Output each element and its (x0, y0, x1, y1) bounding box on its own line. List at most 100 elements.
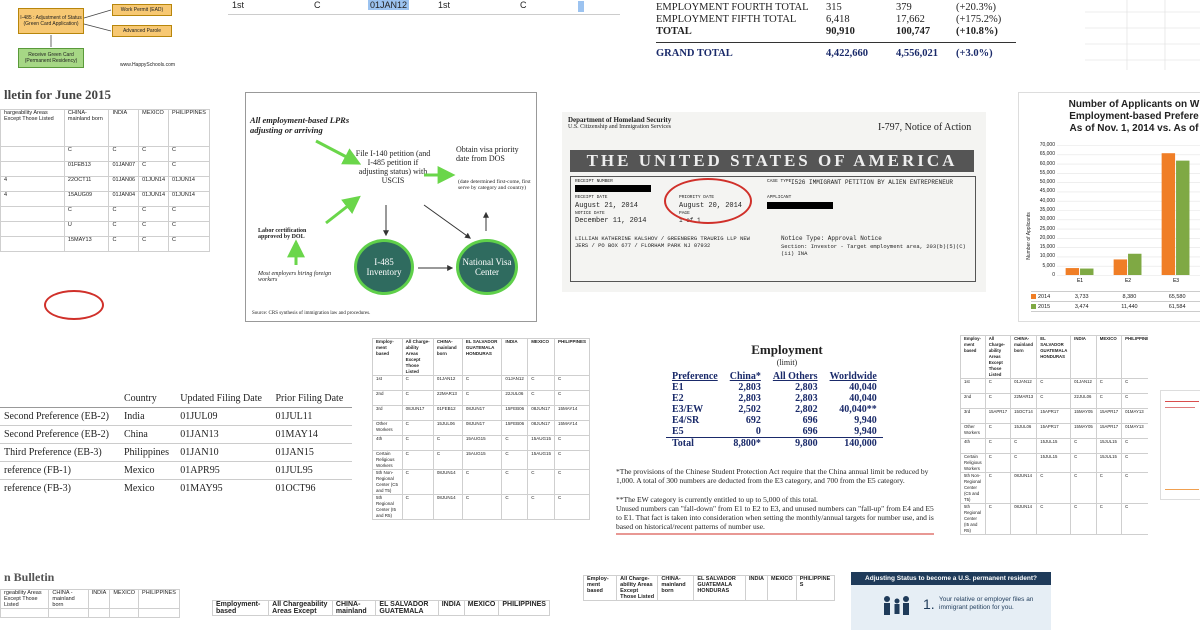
table-cell: 08JUN17 (401, 405, 434, 421)
totals-value-c: (+20.3%) (956, 2, 997, 13)
table-cell: 08JUN14 (432, 469, 463, 495)
table-row: 15MAY13 C C C (0, 236, 210, 252)
edge-chart-marks (1165, 401, 1199, 405)
table-cell: C (501, 435, 529, 451)
y-tick-label: 50,000 (1039, 179, 1055, 186)
strip-cell-date: 01JAN12 (368, 0, 410, 10)
table-row: 1st C 01JAN12 C 01JAN12 C C (960, 378, 1148, 394)
flow-source: www.HappySchools.com (120, 62, 176, 68)
grand-total-label: GRAND TOTAL (656, 48, 733, 59)
table-row: 3rd 08JUN17 01FEB12 08JUN17 15FEB06 08JUN17 15… (372, 405, 590, 421)
table-cell: 01JAN12 (501, 375, 529, 391)
bottom-mid2-header: All Charge- ability Areas Except Those L… (616, 575, 659, 601)
table-row: 3rd 15APR17 15OCT14 15APR17 15MAY05 15APR17 01… (960, 408, 1148, 424)
table-cell: 01JUN14 (138, 176, 170, 192)
table-cell: C (461, 390, 503, 406)
table-cell: 01JAN10 (176, 443, 272, 462)
table-cell: C (401, 435, 434, 451)
table-cell: C (1036, 393, 1072, 409)
notice-tile: Department of Homeland Security U.S. Cit… (562, 112, 986, 292)
table-cell: C (1121, 393, 1148, 409)
bottom-left-header: MEXICO (109, 589, 140, 609)
table-cell: 15MAY14 (553, 405, 590, 421)
table-cell: Certain Religious Workers (960, 453, 986, 473)
table-cell: 15JUL15 (1036, 438, 1072, 454)
bulletin-june-header: hargeability Areas Except Those Listed (0, 109, 65, 147)
bar-2014-E2 (1113, 259, 1128, 275)
table-cell: Third Preference (EB-3) (0, 443, 120, 462)
table-cell: 01FEB13 (63, 161, 110, 177)
notice-date: December 11, 2014 (575, 217, 647, 225)
bottom-mid-table-tile: Employment- based All Chargeability Areas… (212, 600, 550, 630)
table-cell: C (984, 503, 1012, 535)
table-cell: C (461, 494, 503, 520)
totals-label: EMPLOYMENT FIFTH TOTAL (656, 14, 797, 25)
received-date: August 21, 2014 (575, 202, 639, 210)
table-cell: Other Workers (372, 420, 403, 436)
table-cell: 15FEB06 (501, 420, 529, 436)
table-cell (0, 221, 65, 237)
table-row: 5th Non- Regional Center (C5 and T5) C 08J… (372, 469, 590, 495)
bottom-mid-table: Employment- based All Chargeability Areas… (212, 600, 550, 616)
totals-value-a: 90,910 (826, 26, 855, 37)
grand-total-c: (+3.0%) (956, 48, 993, 59)
table-cell: 01JAN13 (176, 425, 272, 444)
table-row: 2nd C 22MAR13 C 22JUL06 C C (372, 390, 590, 406)
totals-value-b: 100,747 (896, 26, 931, 37)
table-cell: 4 (0, 191, 65, 207)
table-cell: C (108, 236, 140, 252)
bulletin-june-header: CHINA- mainland born (63, 109, 110, 147)
table-row: 4 15AUG09 01JAN04 01JUN14 01JUN14 (0, 191, 210, 207)
bar-2014-E1 (1065, 268, 1080, 275)
filing-table-header: Updated Filing Date (176, 390, 272, 408)
right-bulletin-header: CHINA- mainland born (1010, 335, 1038, 379)
table-row: 5th Non- Regional Center (C5 and T5) C 08J… (960, 472, 1148, 504)
table-cell: 22JUL06 (1070, 393, 1097, 409)
chart-title-line1: Number of Applicants on W (1068, 99, 1200, 110)
bottom-left-header: INDIA (87, 589, 111, 609)
bottom-mid-header: All Chargeability Areas Except (268, 600, 333, 616)
legend-label: 2014 (1037, 293, 1051, 300)
filing-table-header: Country (119, 390, 177, 408)
family-icon (879, 594, 913, 618)
table-cell: C (432, 435, 463, 451)
table-cell: Other Workers (960, 423, 986, 439)
table-row: 2nd C 22MAR13 C 22JUL06 C C (960, 393, 1148, 409)
table-cell (0, 236, 65, 252)
table-row: Second Preference (EB-2) India 01JUL09 01JU… (0, 407, 352, 426)
table-row: Third Preference (EB-3) Philippines 01JAN1… (0, 443, 352, 462)
totals-value-c: (+175.2%) (956, 14, 1002, 25)
table-cell: 15JUL06 (1010, 423, 1038, 439)
table-cell: C (501, 494, 529, 520)
table-cell: C (1070, 503, 1097, 535)
filing-table-header: Prior Filing Date (271, 390, 352, 408)
table-cell: reference (FB-3) (0, 479, 120, 497)
table-cell: 01MAY95 (176, 479, 272, 497)
table-cell: C (401, 469, 434, 495)
strip-selection (578, 1, 584, 12)
legend-value: 3,474 (1074, 303, 1089, 310)
table-cell: C (527, 375, 555, 391)
filing-table-header (0, 390, 120, 408)
table-cell: 22MAR13 (432, 390, 463, 406)
diagram-tile: All employment-based LPRs adjusting or a… (245, 92, 537, 322)
table-cell: reference (FB-1) (0, 461, 120, 480)
top-strip-tile: 1st C 01JAN12 1st C (228, 0, 620, 15)
table-cell: C (1036, 378, 1072, 394)
totals-divider (656, 42, 1016, 43)
bulletin-june-title: lletin for June 2015 (4, 87, 112, 102)
table-cell: C (168, 236, 210, 252)
legend-swatch (1031, 294, 1036, 299)
table-cell: 15APR17 (1036, 408, 1072, 424)
chart-legend-table: 2014 3,733 8,380 65,580 2015 3,474 11,440 61,5… (1031, 291, 1200, 312)
table-row: Certain Religious Workers C C 15AUG15 C 15AUG… (372, 450, 590, 470)
bottom-mid-header: MEXICO (463, 600, 500, 616)
table-cell: Mexico (119, 479, 177, 497)
received-label: RECEIPT DATE (575, 195, 608, 200)
strip-row-label-2: 1st (438, 0, 451, 10)
table-cell: 2nd (372, 390, 403, 406)
table-cell: C (63, 146, 110, 162)
note-underline (616, 533, 934, 535)
filing-table-tile: Country Updated Filing Date Prior Filing D… (0, 390, 352, 510)
table-cell: 08JUN14 (1010, 503, 1038, 535)
